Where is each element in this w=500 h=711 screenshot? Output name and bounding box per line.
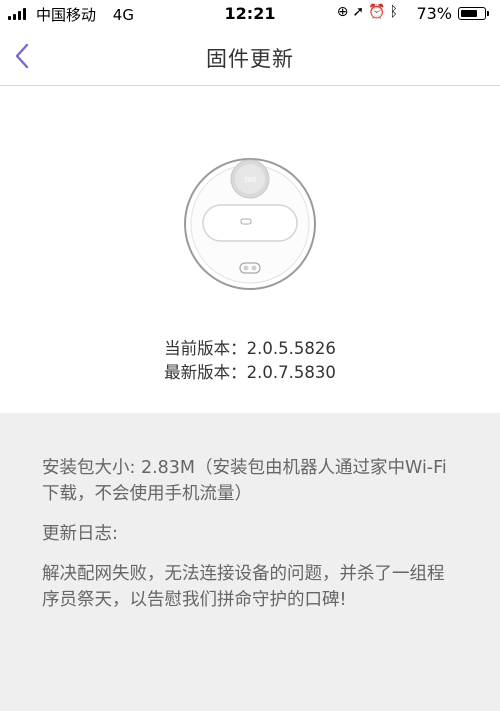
current-version-label: 当前版本： (164, 339, 247, 358)
status-bar: 中国移动 4G 12:21 ⊕➚⏰ᛒ 73% (0, 0, 500, 28)
nav-bar: 固件更新 (0, 28, 500, 86)
version-info: 当前版本：2.0.5.5826 最新版本：2.0.7.5830 (0, 337, 500, 385)
robot-vacuum-illustration: 360 (184, 158, 316, 290)
update-info-panel: 安装包大小: 2.83M（安装包由机器人通过家中Wi-Fi下载，不会使用手机流量… (0, 413, 500, 711)
status-icons: ⊕➚⏰ᛒ (337, 4, 402, 20)
orientation-lock-icon: ⊕ (336, 4, 353, 20)
location-icon: ➚ (352, 4, 369, 20)
bluetooth-icon: ᛒ (389, 4, 402, 20)
alarm-icon: ⏰ (368, 4, 390, 20)
current-version-value: 2.0.5.5826 (246, 339, 336, 358)
battery-level (460, 9, 477, 17)
page-title: 固件更新 (206, 47, 294, 71)
latest-version-label: 最新版本： (164, 363, 247, 382)
battery-percent: 73% (416, 4, 452, 23)
changelog-text: 解决配网失败，无法连接设备的问题，并杀了一组程序员祭天，以告慰我们拼命守护的口碑… (42, 564, 445, 610)
changelog-title: 更新日志: (42, 524, 118, 544)
svg-text:360: 360 (243, 176, 256, 184)
latest-version-row: 最新版本：2.0.7.5830 (0, 361, 500, 385)
battery-icon (458, 7, 489, 20)
current-version-row: 当前版本：2.0.5.5826 (0, 337, 500, 361)
package-size-info: 安装包大小: 2.83M（安装包由机器人通过家中Wi-Fi下载，不会使用手机流量… (42, 458, 447, 504)
device-area: 360 当前版本：2.0.5.5826 最新版本：2.0.7.5830 (0, 87, 500, 413)
latest-version-value: 2.0.7.5830 (246, 363, 336, 382)
